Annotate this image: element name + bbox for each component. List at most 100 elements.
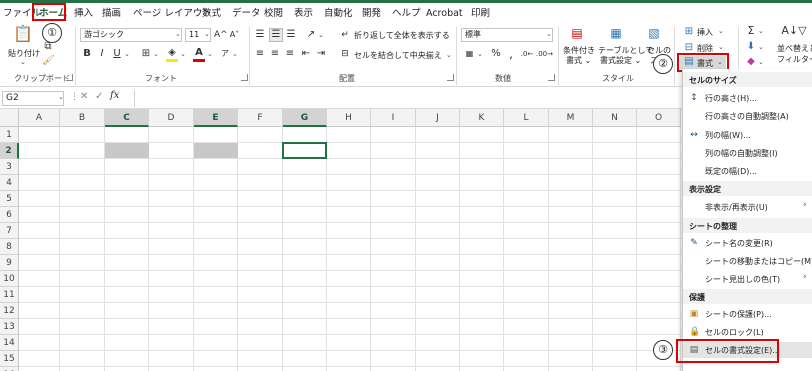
selected-cell-c2[interactable] bbox=[105, 143, 149, 158]
fill-color-icon[interactable]: ◈ bbox=[166, 47, 178, 59]
tab-automate[interactable]: 自動化 bbox=[324, 7, 353, 21]
row-header-11[interactable]: 11 bbox=[0, 287, 19, 303]
format-as-table-label-2[interactable]: 書式設定 ⌄ bbox=[600, 55, 641, 66]
phonetic-chevron-icon[interactable]: ⌄ bbox=[232, 50, 238, 58]
fill-chevron-icon[interactable]: ⌄ bbox=[758, 43, 764, 51]
column-header-j[interactable]: J bbox=[416, 109, 460, 127]
font-size-chevron-icon[interactable]: ⌄ bbox=[204, 30, 210, 38]
cell-styles-icon[interactable]: ▧ bbox=[646, 27, 662, 43]
insert-chevron-icon[interactable]: ⌄ bbox=[718, 27, 724, 35]
row-header-4[interactable]: 4 bbox=[0, 175, 19, 191]
merge-center-button[interactable]: セルを結合して中央揃え bbox=[354, 50, 442, 61]
orientation-chevron-icon[interactable]: ⌄ bbox=[318, 31, 324, 39]
italic-button[interactable]: I bbox=[97, 48, 107, 60]
autosum-chevron-icon[interactable]: ⌄ bbox=[758, 27, 764, 35]
conditional-format-icon[interactable]: ▤ bbox=[569, 27, 585, 43]
align-middle-icon[interactable]: ☰ bbox=[269, 28, 283, 42]
font-grow-icon[interactable]: A^ bbox=[214, 29, 228, 41]
column-header-k[interactable]: K bbox=[460, 109, 504, 127]
percent-icon[interactable]: % bbox=[490, 48, 502, 60]
row-header-1[interactable]: 1 bbox=[0, 127, 19, 143]
column-header-b[interactable]: B bbox=[60, 109, 105, 127]
tab-data[interactable]: データ bbox=[232, 7, 261, 21]
tab-help[interactable]: ヘルプ bbox=[392, 7, 421, 21]
font-color-chevron-icon[interactable]: ⌄ bbox=[207, 50, 213, 58]
column-header-c[interactable]: C bbox=[105, 109, 149, 127]
name-box-chevron-icon[interactable]: ⌄ bbox=[58, 93, 64, 101]
column-header-a[interactable]: A bbox=[19, 109, 60, 127]
underline-button[interactable]: U bbox=[112, 48, 122, 60]
align-right-icon[interactable]: ≡ bbox=[284, 48, 296, 60]
tab-acrobat[interactable]: Acrobat bbox=[426, 7, 463, 21]
number-format-chevron-icon[interactable]: ⌄ bbox=[546, 30, 552, 38]
menu-item-column-autofit[interactable]: 列の幅の自動調整(I) bbox=[705, 148, 778, 159]
conditional-format-label-2[interactable]: 書式 ⌄ bbox=[566, 55, 591, 66]
increase-indent-icon[interactable]: ⇥ bbox=[315, 48, 327, 60]
row-header-6[interactable]: 6 bbox=[0, 207, 19, 223]
alignment-launcher-icon[interactable] bbox=[447, 74, 454, 81]
phonetic-icon[interactable]: ア bbox=[219, 48, 231, 60]
format-cells-icon[interactable]: ▤ bbox=[683, 56, 695, 68]
row-header-15[interactable]: 15 bbox=[0, 351, 19, 367]
menu-item-move-copy[interactable]: シートの移動またはコピー(M)... bbox=[705, 256, 812, 267]
tab-page-layout[interactable]: ページ レイアウト bbox=[133, 7, 212, 21]
border-icon[interactable]: ⊞ bbox=[140, 48, 152, 60]
row-header-16[interactable]: 16 bbox=[0, 367, 19, 371]
column-header-h[interactable]: H bbox=[327, 109, 371, 127]
tab-formulas[interactable]: 数式 bbox=[202, 7, 221, 21]
format-chevron-icon[interactable]: ⌄ bbox=[717, 58, 723, 66]
wrap-text-button[interactable]: 折り返して全体を表示する bbox=[354, 30, 450, 41]
select-all-corner[interactable] bbox=[0, 109, 19, 127]
tab-insert[interactable]: 挿入 bbox=[74, 7, 93, 21]
fill-color-chevron-icon[interactable]: ⌄ bbox=[180, 50, 186, 58]
row-header-10[interactable]: 10 bbox=[0, 271, 19, 287]
column-header-e[interactable]: E bbox=[194, 109, 238, 127]
font-color-icon[interactable]: A bbox=[193, 47, 205, 59]
column-header-l[interactable]: L bbox=[504, 109, 549, 127]
border-chevron-icon[interactable]: ⌄ bbox=[153, 50, 159, 58]
column-header-d[interactable]: D bbox=[149, 109, 194, 127]
align-top-icon[interactable]: ☰ bbox=[254, 29, 266, 41]
comma-style-icon[interactable]: , bbox=[506, 48, 516, 60]
orientation-icon[interactable]: ↗ bbox=[305, 29, 317, 41]
formula-input[interactable] bbox=[136, 91, 676, 106]
decrease-decimal-icon[interactable]: .00→ bbox=[536, 48, 553, 60]
active-cell-g2[interactable] bbox=[282, 142, 327, 159]
column-header-m[interactable]: M bbox=[549, 109, 593, 127]
row-header-8[interactable]: 8 bbox=[0, 239, 19, 255]
paste-icon[interactable]: 📋 bbox=[12, 26, 34, 46]
merge-center-icon[interactable]: ⊟ bbox=[340, 48, 350, 60]
clear-icon[interactable]: ◆ bbox=[745, 56, 757, 68]
column-header-g[interactable]: G bbox=[283, 109, 327, 127]
row-header-3[interactable]: 3 bbox=[0, 159, 19, 175]
insert-cells-button[interactable]: 挿入 bbox=[697, 27, 713, 38]
insert-function-icon[interactable]: fx bbox=[110, 90, 119, 101]
column-header-o[interactable]: O bbox=[637, 109, 681, 127]
clear-chevron-icon[interactable]: ⌄ bbox=[758, 58, 764, 66]
clipboard-launcher-icon[interactable] bbox=[66, 74, 73, 81]
align-center-icon[interactable]: ≡ bbox=[269, 48, 281, 60]
delete-chevron-icon[interactable]: ⌄ bbox=[718, 43, 724, 51]
format-painter-icon[interactable]: 🖌 bbox=[42, 55, 55, 67]
format-as-table-icon[interactable]: ▦ bbox=[608, 27, 624, 43]
format-button[interactable]: 書式 bbox=[697, 58, 713, 69]
align-bottom-icon[interactable]: ☰ bbox=[285, 29, 297, 41]
underline-chevron-icon[interactable]: ⌄ bbox=[124, 50, 130, 58]
name-box[interactable]: G2 bbox=[2, 91, 64, 106]
decrease-indent-icon[interactable]: ⇤ bbox=[300, 48, 312, 60]
tab-draw[interactable]: 描画 bbox=[102, 7, 121, 21]
merge-center-chevron-icon[interactable]: ⌄ bbox=[446, 51, 452, 59]
tab-view[interactable]: 表示 bbox=[294, 7, 313, 21]
paste-dropdown-icon[interactable]: ⌄ bbox=[20, 58, 26, 66]
cancel-icon[interactable]: ✕ bbox=[80, 91, 88, 102]
tab-developer[interactable]: 開発 bbox=[362, 7, 381, 21]
number-format-select[interactable]: 標準 bbox=[461, 28, 553, 42]
wrap-text-icon[interactable]: ↵ bbox=[340, 29, 350, 41]
row-header-7[interactable]: 7 bbox=[0, 223, 19, 239]
menu-item-hide-unhide[interactable]: 非表示/再表示(U) bbox=[705, 202, 768, 213]
tab-file[interactable]: ファイル bbox=[3, 7, 41, 21]
menu-item-column-width[interactable]: 列の幅(W)... bbox=[705, 130, 751, 141]
accounting-format-icon[interactable]: ▦ bbox=[463, 48, 476, 60]
row-header-5[interactable]: 5 bbox=[0, 191, 19, 207]
menu-item-tab-color[interactable]: シート見出しの色(T) bbox=[705, 274, 780, 285]
